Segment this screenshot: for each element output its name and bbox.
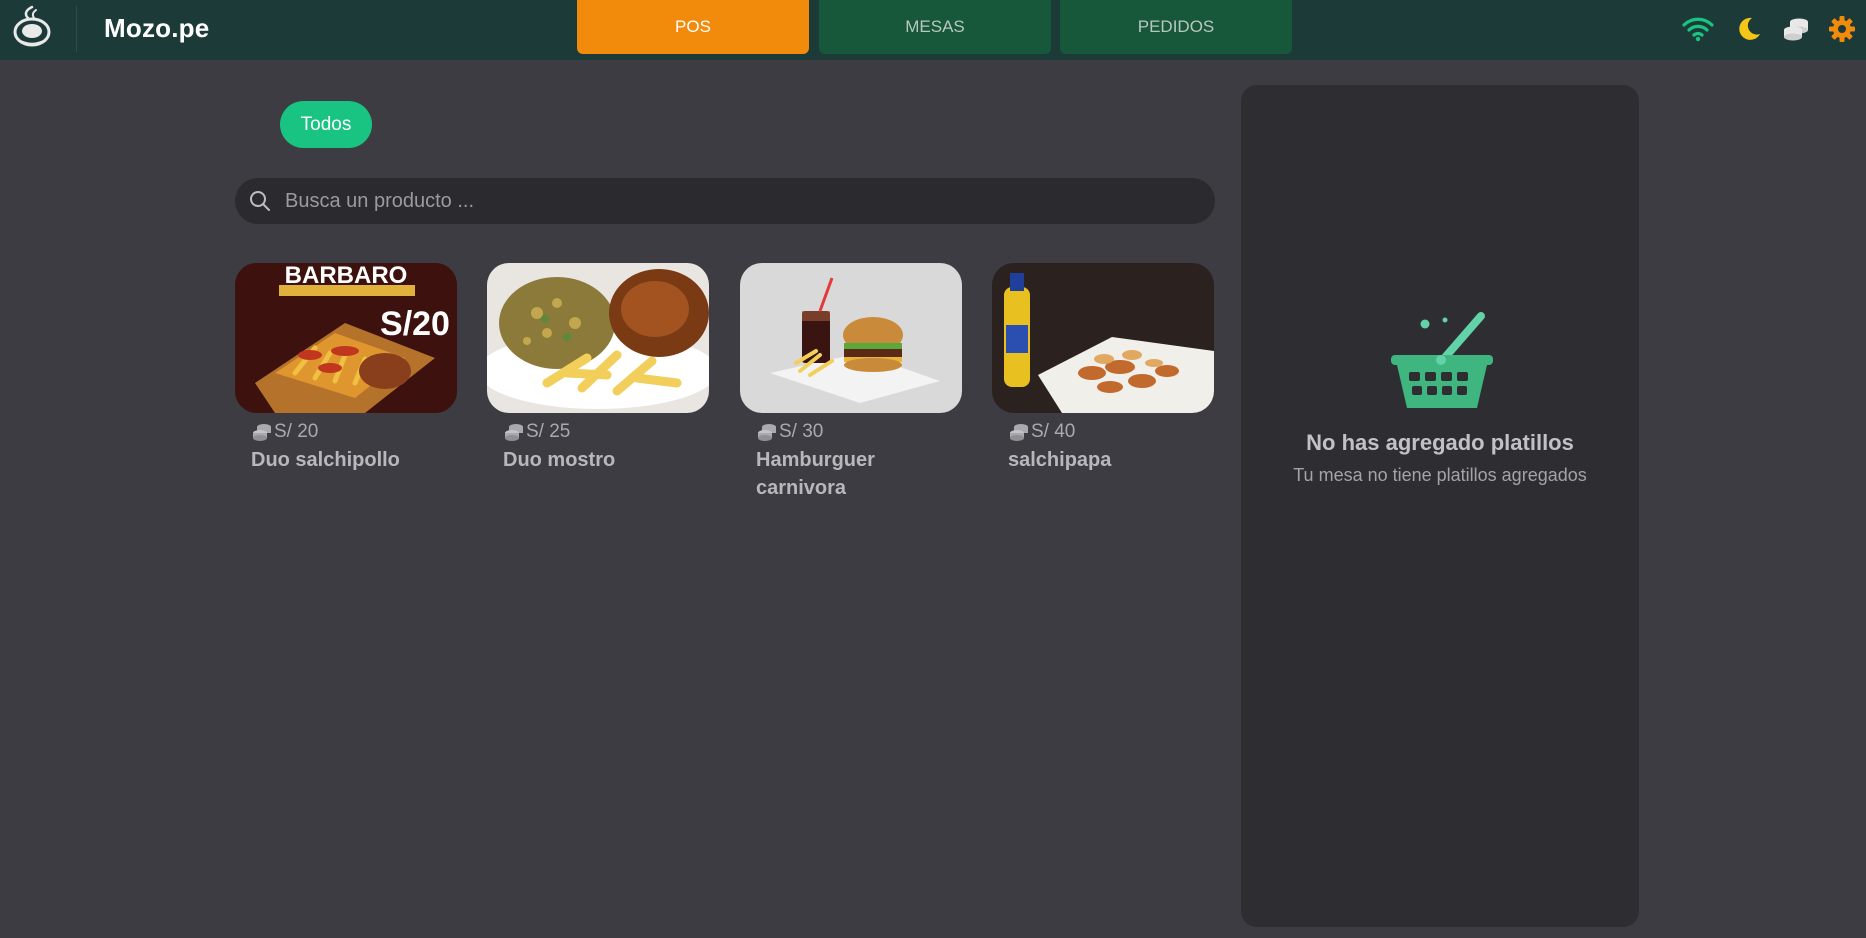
- empty-cart-title: No has agregado platillos: [1306, 430, 1574, 455]
- coins-icon: [503, 422, 525, 442]
- cart-panel: No has agregado platillos Tu mesa no tie…: [1241, 85, 1639, 927]
- product-card[interactable]: S/ 30 Hamburguer carnivora: [740, 263, 962, 502]
- empty-cart-subtitle: Tu mesa no tiene platillos agregados: [1293, 465, 1587, 485]
- tab-pos[interactable]: POS: [577, 0, 809, 54]
- promo-title: BARBARO: [285, 263, 408, 289]
- category-chip-todos[interactable]: Todos: [280, 101, 372, 148]
- coins-icon[interactable]: [1780, 14, 1812, 44]
- coins-icon: [251, 422, 273, 442]
- product-price-row: S/ 40: [1008, 421, 1214, 443]
- product-card[interactable]: S/ 25 Duo mostro: [487, 263, 709, 474]
- header-divider: [76, 6, 77, 52]
- search-input[interactable]: [283, 178, 1183, 224]
- product-price: S/ 20: [274, 421, 319, 442]
- product-name: salchipapa: [1008, 449, 1112, 471]
- coins-icon: [1008, 422, 1030, 442]
- chef-hat-icon[interactable]: [12, 4, 52, 48]
- brand-name[interactable]: Mozo.pe: [104, 13, 209, 44]
- product-price-row: S/ 20: [251, 421, 457, 443]
- tab-pedidos[interactable]: PEDIDOS: [1060, 0, 1292, 54]
- product-name: Duo salchipollo: [251, 449, 400, 471]
- product-image: [740, 263, 962, 413]
- moon-icon[interactable]: [1733, 14, 1765, 44]
- basket-icon: [1389, 310, 1495, 410]
- product-price-row: S/ 30: [756, 421, 962, 443]
- product-price: S/ 30: [779, 421, 824, 442]
- product-image: [487, 263, 709, 413]
- product-image: [992, 263, 1214, 413]
- coins-icon: [756, 422, 778, 442]
- search-icon: [249, 190, 271, 212]
- product-name: Hamburguer carnivora: [756, 449, 875, 499]
- promo-price: S/20: [380, 305, 450, 343]
- product-name: Duo mostro: [503, 449, 616, 471]
- product-price: S/ 25: [526, 421, 571, 442]
- product-card[interactable]: S/ 40 salchipapa: [992, 263, 1214, 474]
- gear-icon[interactable]: [1826, 14, 1858, 44]
- wifi-icon[interactable]: [1682, 14, 1714, 44]
- product-card[interactable]: BARBARO S/20 S/ 20 Duo salchipollo: [235, 263, 457, 474]
- top-bar: Mozo.pe POS MESAS PEDIDOS: [0, 0, 1866, 60]
- search-bar[interactable]: [235, 178, 1215, 224]
- tab-mesas[interactable]: MESAS: [819, 0, 1051, 54]
- product-image: BARBARO S/20: [235, 263, 457, 413]
- product-price: S/ 40: [1031, 421, 1076, 442]
- product-price-row: S/ 25: [503, 421, 709, 443]
